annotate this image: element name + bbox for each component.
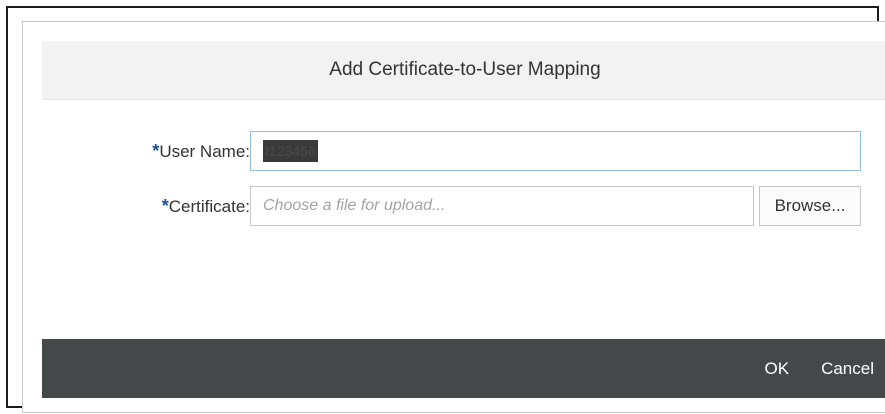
user-name-label: *User Name: [152,131,250,171]
user-name-label-text: User Name: [159,142,250,161]
user-name-row: *User Name: I123456 [42,131,885,171]
certificate-file-input[interactable]: Choose a file for upload... [250,186,754,226]
dialog-footer: OK Cancel [42,339,885,398]
cancel-button[interactable]: Cancel [821,359,874,379]
certificate-label-text: Certificate: [168,197,250,216]
ok-button[interactable]: OK [765,359,790,379]
certificate-row: *Certificate: Choose a file for upload..… [42,186,885,226]
window-frame: Add Certificate-to-User Mapping *User Na… [6,6,885,413]
dialog-title: Add Certificate-to-User Mapping [42,41,885,100]
required-mark: * [161,196,169,216]
browse-button[interactable]: Browse... [759,186,861,226]
certificate-label: *Certificate: [162,186,250,226]
certificate-placeholder: Choose a file for upload... [263,197,446,214]
user-name-value: I123456 [263,140,318,162]
add-certificate-dialog: Add Certificate-to-User Mapping *User Na… [22,21,885,413]
user-name-input[interactable]: I123456 [250,131,861,171]
